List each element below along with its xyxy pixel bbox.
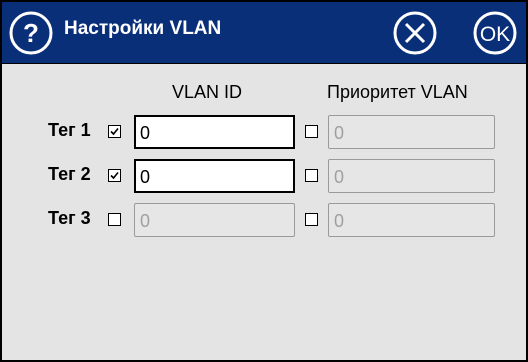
tag-row-1: Тег 1 0 0 bbox=[2, 115, 526, 149]
tag-3-checkbox[interactable] bbox=[108, 213, 121, 226]
tag-3-vlan-id-field: 0 bbox=[134, 203, 295, 237]
checkmark-icon bbox=[110, 127, 119, 136]
close-icon bbox=[393, 11, 437, 55]
priority-column-header: Приоритет VLAN bbox=[327, 82, 468, 102]
tag-label: Тег 1 bbox=[48, 120, 91, 140]
tag-1-priority-checkbox[interactable] bbox=[305, 125, 318, 138]
tag-2-checkbox[interactable] bbox=[108, 169, 121, 182]
ok-icon: OK bbox=[473, 11, 517, 55]
tag-label: Тег 2 bbox=[48, 164, 91, 184]
tag-row-3: Тег 3 0 0 bbox=[2, 203, 526, 237]
tag-2-priority-field: 0 bbox=[328, 159, 495, 193]
tag-2-vlan-id-field[interactable]: 0 bbox=[134, 159, 295, 193]
tag-1-checkbox[interactable] bbox=[108, 125, 121, 138]
tag-2-priority-checkbox[interactable] bbox=[305, 169, 318, 182]
window-title: Настройки VLAN bbox=[64, 18, 222, 39]
help-icon: ? bbox=[9, 11, 53, 55]
title-bar: ? Настройки VLAN OK bbox=[2, 2, 526, 64]
ok-button[interactable]: OK bbox=[472, 10, 518, 56]
tag-3-priority-field: 0 bbox=[328, 203, 495, 237]
tag-row-2: Тег 2 0 0 bbox=[2, 159, 526, 193]
help-button[interactable]: ? bbox=[8, 10, 54, 56]
tag-1-priority-field: 0 bbox=[328, 115, 495, 149]
svg-text:?: ? bbox=[23, 18, 39, 48]
vlan-id-column-header: VLAN ID bbox=[172, 82, 243, 102]
tag-label: Тег 3 bbox=[48, 208, 91, 228]
vlan-settings-window: ? Настройки VLAN OK VLAN ID Приоритет VL… bbox=[0, 0, 528, 362]
close-button[interactable] bbox=[392, 10, 438, 56]
tag-1-vlan-id-field[interactable]: 0 bbox=[134, 115, 295, 149]
svg-text:OK: OK bbox=[480, 23, 510, 46]
checkmark-icon bbox=[110, 171, 119, 180]
tag-3-priority-checkbox[interactable] bbox=[305, 213, 318, 226]
